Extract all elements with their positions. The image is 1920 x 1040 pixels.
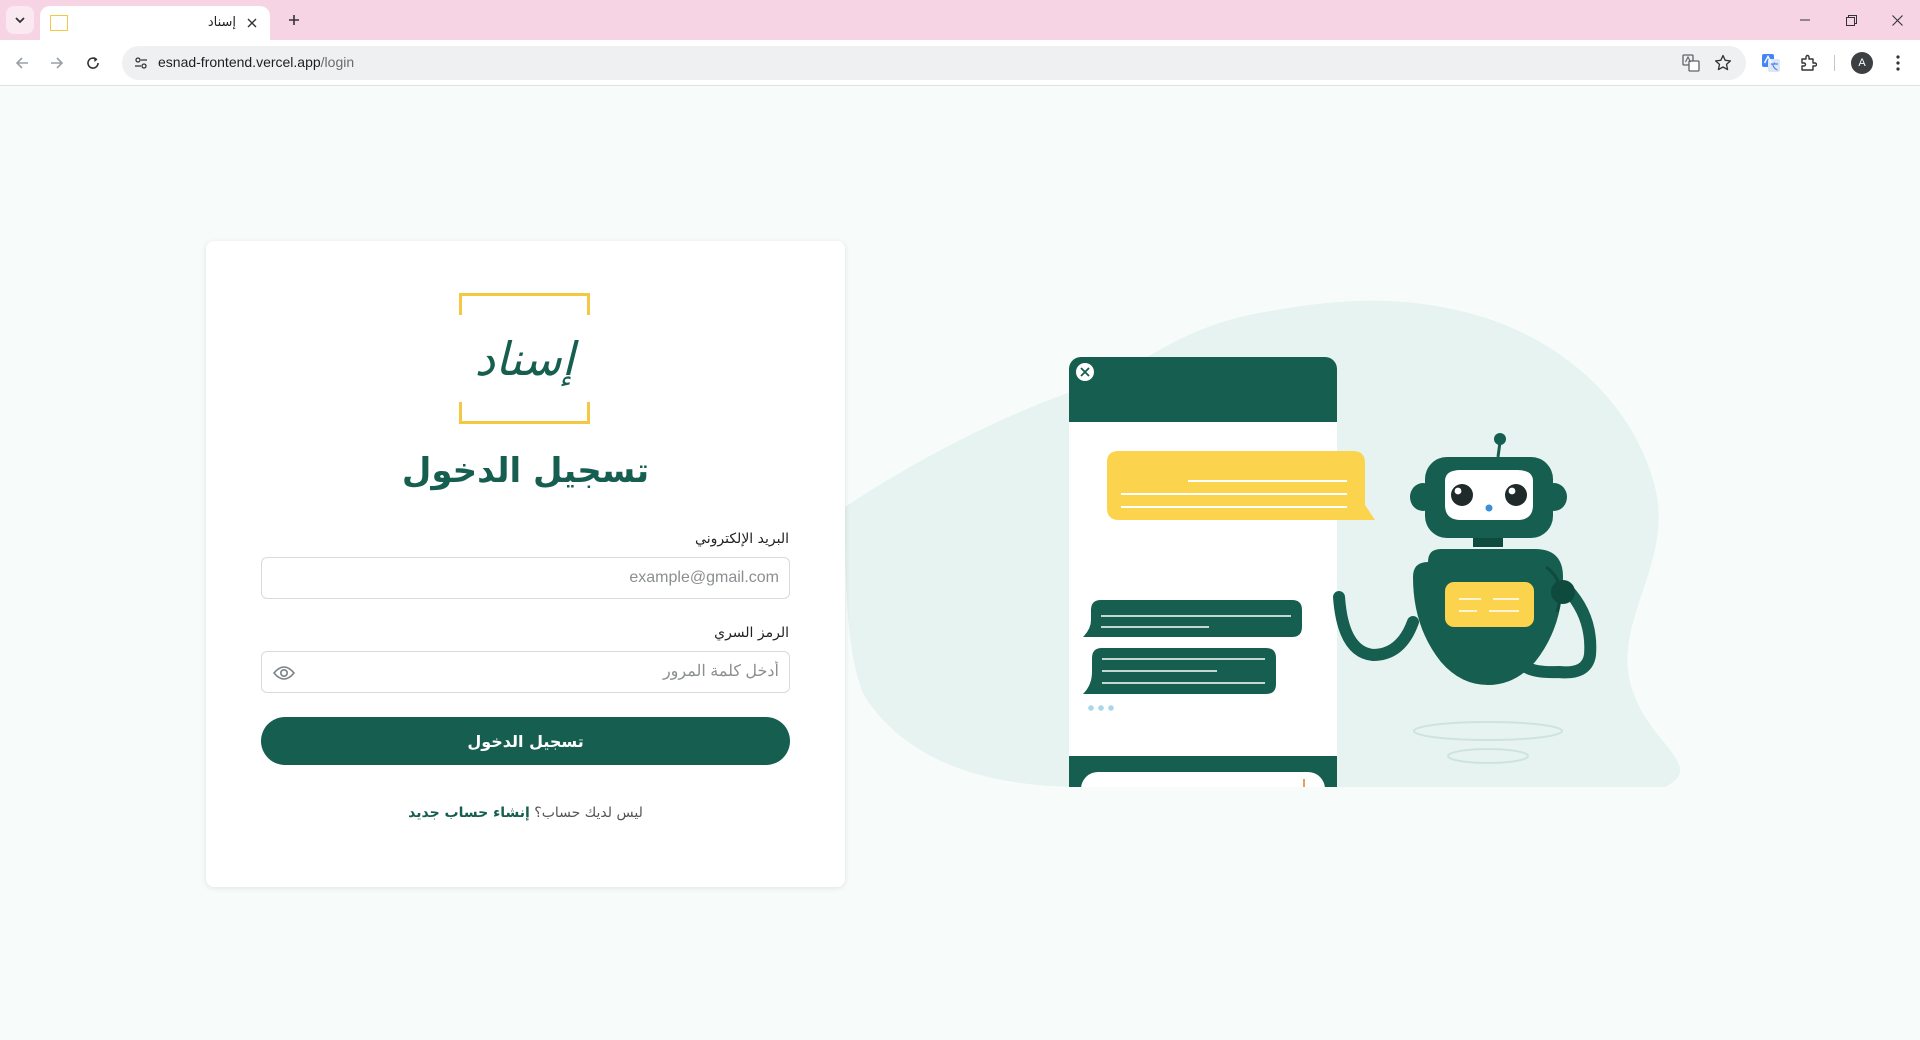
login-page: إسناد تسجيل الدخول البريد الإلكتروني الر… xyxy=(0,87,1920,1040)
reload-icon xyxy=(87,57,99,69)
back-button[interactable] xyxy=(7,48,37,78)
login-card: إسناد تسجيل الدخول البريد الإلكتروني الر… xyxy=(206,241,845,887)
new-tab-button[interactable] xyxy=(282,8,306,32)
tab-title: إسناد xyxy=(207,15,236,30)
show-password-button[interactable] xyxy=(272,662,296,684)
close-icon xyxy=(1891,14,1903,26)
reload-button[interactable] xyxy=(78,48,108,78)
extensions-icon xyxy=(1801,54,1817,71)
menu-kebab-icon xyxy=(1896,55,1900,71)
email-field-box xyxy=(261,557,790,599)
google-translate-icon xyxy=(1762,54,1780,72)
translate-button[interactable] xyxy=(1680,52,1702,74)
chat-input xyxy=(1081,772,1325,787)
url-host: esnad-frontend.vercel.app xyxy=(158,54,321,70)
password-label: الرمز السري xyxy=(714,625,789,641)
eye-icon xyxy=(273,666,295,680)
url-text: esnad-frontend.vercel.app/login xyxy=(158,54,354,70)
robot-chest-panel xyxy=(1445,582,1534,627)
back-icon xyxy=(15,57,28,69)
chat-bubble-yellow xyxy=(1107,451,1375,520)
forward-icon xyxy=(51,57,64,69)
bookmark-button[interactable] xyxy=(1712,52,1734,74)
password-field[interactable] xyxy=(262,652,789,692)
logo-text: إسناد xyxy=(475,332,580,387)
signup-link[interactable]: إنشاء حساب جديد xyxy=(408,805,530,821)
esnad-logo: إسناد xyxy=(459,293,590,424)
translate-icon xyxy=(1682,54,1700,72)
site-info-icon xyxy=(135,57,147,69)
profile-avatar[interactable]: A xyxy=(1851,52,1873,74)
site-info-button[interactable] xyxy=(130,52,152,74)
login-button[interactable]: تسجيل الدخول xyxy=(261,717,790,765)
extensions-button[interactable] xyxy=(1795,50,1821,76)
close-window-button[interactable] xyxy=(1874,0,1920,40)
forward-button[interactable] xyxy=(42,48,72,78)
chatbot-illustration xyxy=(845,300,1681,787)
minimize-button[interactable] xyxy=(1782,0,1828,40)
signup-prompt: ليس لديك حساب؟ إنشاء حساب جديد xyxy=(206,805,845,821)
email-label: البريد الإلكتروني xyxy=(695,531,789,547)
tab-strip: إسناد xyxy=(0,0,1920,40)
minimize-icon xyxy=(1800,19,1810,21)
chat-bubble-green xyxy=(1083,600,1302,637)
browser-toolbar: esnad-frontend.vercel.app/login A xyxy=(0,40,1920,86)
tab-list-button[interactable] xyxy=(6,6,34,34)
url-path: /login xyxy=(320,54,355,70)
tab-close-button[interactable] xyxy=(242,13,262,33)
email-field[interactable] xyxy=(262,558,789,598)
restore-icon xyxy=(1845,14,1857,26)
tab-favicon xyxy=(50,15,68,31)
page-title: تسجيل الدخول xyxy=(401,451,650,491)
toolbar-separator xyxy=(1834,55,1835,71)
google-translate-extension[interactable] xyxy=(1758,50,1784,76)
browser-menu-button[interactable] xyxy=(1885,50,1911,76)
address-bar[interactable]: esnad-frontend.vercel.app/login xyxy=(122,46,1746,80)
active-tab[interactable]: إسناد xyxy=(40,6,270,40)
bookmark-star-icon xyxy=(1714,54,1732,71)
no-account-text: ليس لديك حساب؟ xyxy=(534,805,643,821)
restore-button[interactable] xyxy=(1828,0,1874,40)
plus-icon xyxy=(289,15,299,25)
close-icon xyxy=(247,18,257,28)
password-field-box xyxy=(261,651,790,693)
tab-list-icon xyxy=(15,17,25,24)
